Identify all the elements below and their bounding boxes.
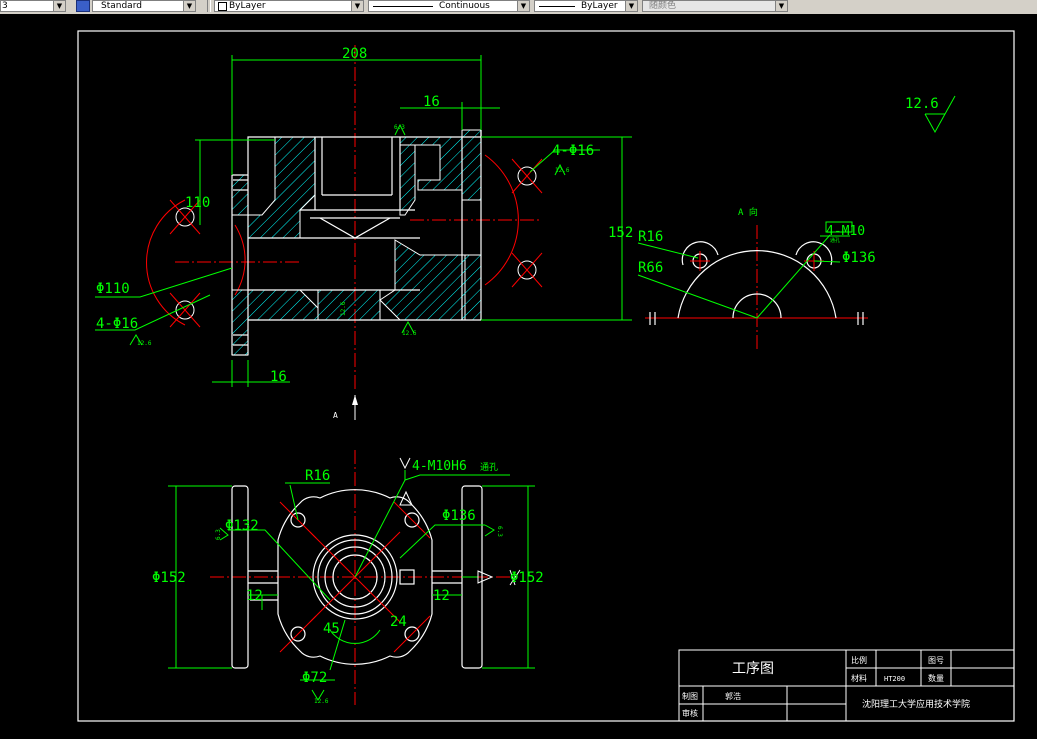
bolt-circle-arc-mid xyxy=(234,224,246,296)
top-dim-12-left: 12 xyxy=(246,588,263,604)
color-swatch-icon xyxy=(218,2,227,11)
side-r16: R16 xyxy=(638,229,663,245)
global-roughness: 12.6 xyxy=(905,95,956,134)
chevron-down-icon[interactable]: ▼ xyxy=(183,1,195,11)
roughness-icon xyxy=(484,524,495,537)
front-dimensions xyxy=(95,55,632,387)
side-view-a: A 向 R16 R66 4-M10 通孔 Φ136 xyxy=(637,206,876,350)
title-block-drawing-no-label: 图号 xyxy=(928,656,944,665)
plotstyle-value: 随颜色 xyxy=(649,1,677,11)
lineweight-preview xyxy=(539,6,575,7)
title-block-grid xyxy=(678,649,1015,722)
chevron-down-icon[interactable]: ▼ xyxy=(53,1,65,11)
top-phi132: Φ132 xyxy=(225,518,259,534)
top-thread-callout: 4-M10H6 xyxy=(412,459,467,474)
plotstyle-combo[interactable]: 随颜色 ▼ xyxy=(642,0,788,12)
hatch-bottom-mid xyxy=(317,289,381,321)
title-block-drawn-name: 郭浩 xyxy=(725,691,741,701)
text-style-fragment-combo[interactable]: 3 ▼ xyxy=(0,0,66,12)
side-dimensions xyxy=(637,221,853,319)
title-block-material-value: HT200 xyxy=(884,675,905,683)
layer-color-combo[interactable]: ByLayer ▼ xyxy=(214,0,364,12)
side-phi136: Φ136 xyxy=(842,250,876,266)
section-arrow-icon xyxy=(352,395,358,405)
lineweight-combo[interactable]: ByLayer ▼ xyxy=(534,0,638,12)
chevron-down-icon[interactable]: ▼ xyxy=(775,1,787,11)
top-dimensions xyxy=(168,470,535,681)
top-dim-24: 24 xyxy=(390,614,407,630)
dim-holes-right: 4-Φ16 xyxy=(552,143,594,159)
dim-holes-left: 4-Φ16 xyxy=(96,316,138,332)
roughness-126-c: 12.6 xyxy=(402,330,417,337)
drawing-canvas[interactable]: 208 16 110 152 4-Φ16 Φ110 4-Φ16 16 6.3 1… xyxy=(0,14,1037,739)
text-style-icon[interactable] xyxy=(76,0,90,12)
side-thread-sub: 通孔 xyxy=(830,237,840,244)
title-block-school: 沈阳理工大学应用技术学院 xyxy=(862,698,970,710)
section-label-a: A xyxy=(333,411,338,420)
chevron-down-icon[interactable]: ▼ xyxy=(517,1,529,11)
title-block: 工序图 比例 图号 材料 HT200 数量 制图 郭浩 审核 沈阳理工大学应用技… xyxy=(678,649,1015,722)
roughness-126-b: 12.6 xyxy=(137,340,152,347)
top-thread-suffix: 通孔 xyxy=(480,462,498,473)
roughness-126-a: 12.6 xyxy=(555,167,570,174)
dim-width-208: 208 xyxy=(342,46,367,62)
roughness-63-front: 6.3 xyxy=(394,124,405,131)
title-block-material-label: 材料 xyxy=(851,673,867,683)
top-rough-63-right: 6.3 xyxy=(496,526,503,537)
text-style-value: Standard xyxy=(101,1,142,11)
top-phi152-left: Φ152 xyxy=(152,570,186,586)
roughness-126-d: 12.6 xyxy=(340,301,347,316)
toolbar-separator xyxy=(207,0,211,12)
global-roughness-value: 12.6 xyxy=(905,96,939,112)
hatch-flange-right xyxy=(461,254,482,321)
text-style-combo[interactable]: Standard ▼ xyxy=(92,0,196,12)
linetype-preview xyxy=(373,6,433,7)
hatch-upper-left xyxy=(231,136,316,239)
properties-toolbar: 3 ▼ Standard ▼ ByLayer ▼ Continuous ▼ By… xyxy=(0,0,1037,15)
front-section-view: 208 16 110 152 4-Φ16 Φ110 4-Φ16 16 6.3 1… xyxy=(95,45,633,420)
title-block-drawn-label: 制图 xyxy=(682,691,698,701)
top-view: 4-M10H6 通孔 R16 Φ132 Φ136 Φ152 Φ152 12 12… xyxy=(152,450,544,705)
dim-bottom-16: 16 xyxy=(270,369,287,385)
title-block-checked-label: 审核 xyxy=(682,708,698,718)
dim-152: 152 xyxy=(608,225,633,241)
drawing-border xyxy=(77,30,1015,722)
dim-phi110: Φ110 xyxy=(96,281,130,297)
side-r66: R66 xyxy=(638,260,663,276)
top-dim-12-right: 12 xyxy=(433,588,450,604)
title-block-qty-label: 数量 xyxy=(928,673,944,683)
thread-leader-y-icon xyxy=(399,457,411,470)
lineweight-value: ByLayer xyxy=(581,1,618,11)
dim-110: 110 xyxy=(185,195,210,211)
linetype-combo[interactable]: Continuous ▼ xyxy=(368,0,530,12)
top-phi136: Φ136 xyxy=(442,508,476,524)
linetype-value: Continuous xyxy=(439,1,490,11)
top-rough-126: 12.6 xyxy=(314,698,329,705)
text-style-fragment-value: 3 xyxy=(2,1,8,11)
side-thread: 4-M10 xyxy=(826,224,865,239)
side-view-title: A 向 xyxy=(738,206,758,218)
drawing-svg: 208 16 110 152 4-Φ16 Φ110 4-Φ16 16 6.3 1… xyxy=(77,30,1015,722)
top-angle-45: 45 xyxy=(323,621,340,637)
chevron-down-icon[interactable]: ▼ xyxy=(625,1,637,11)
dim-flange-16: 16 xyxy=(423,94,440,110)
top-phi152-right: Φ152 xyxy=(510,570,544,586)
title-block-title: 工序图 xyxy=(732,661,774,677)
top-phi72: Φ72 xyxy=(302,670,327,686)
chevron-down-icon[interactable]: ▼ xyxy=(351,1,363,11)
title-block-scale-label: 比例 xyxy=(851,655,867,665)
hatch-upper-right-inner xyxy=(399,144,416,216)
top-rough-63: 6.3 xyxy=(215,529,222,540)
hatch-lower-right xyxy=(379,239,466,321)
color-value: ByLayer xyxy=(229,1,266,11)
top-r16: R16 xyxy=(305,468,330,484)
